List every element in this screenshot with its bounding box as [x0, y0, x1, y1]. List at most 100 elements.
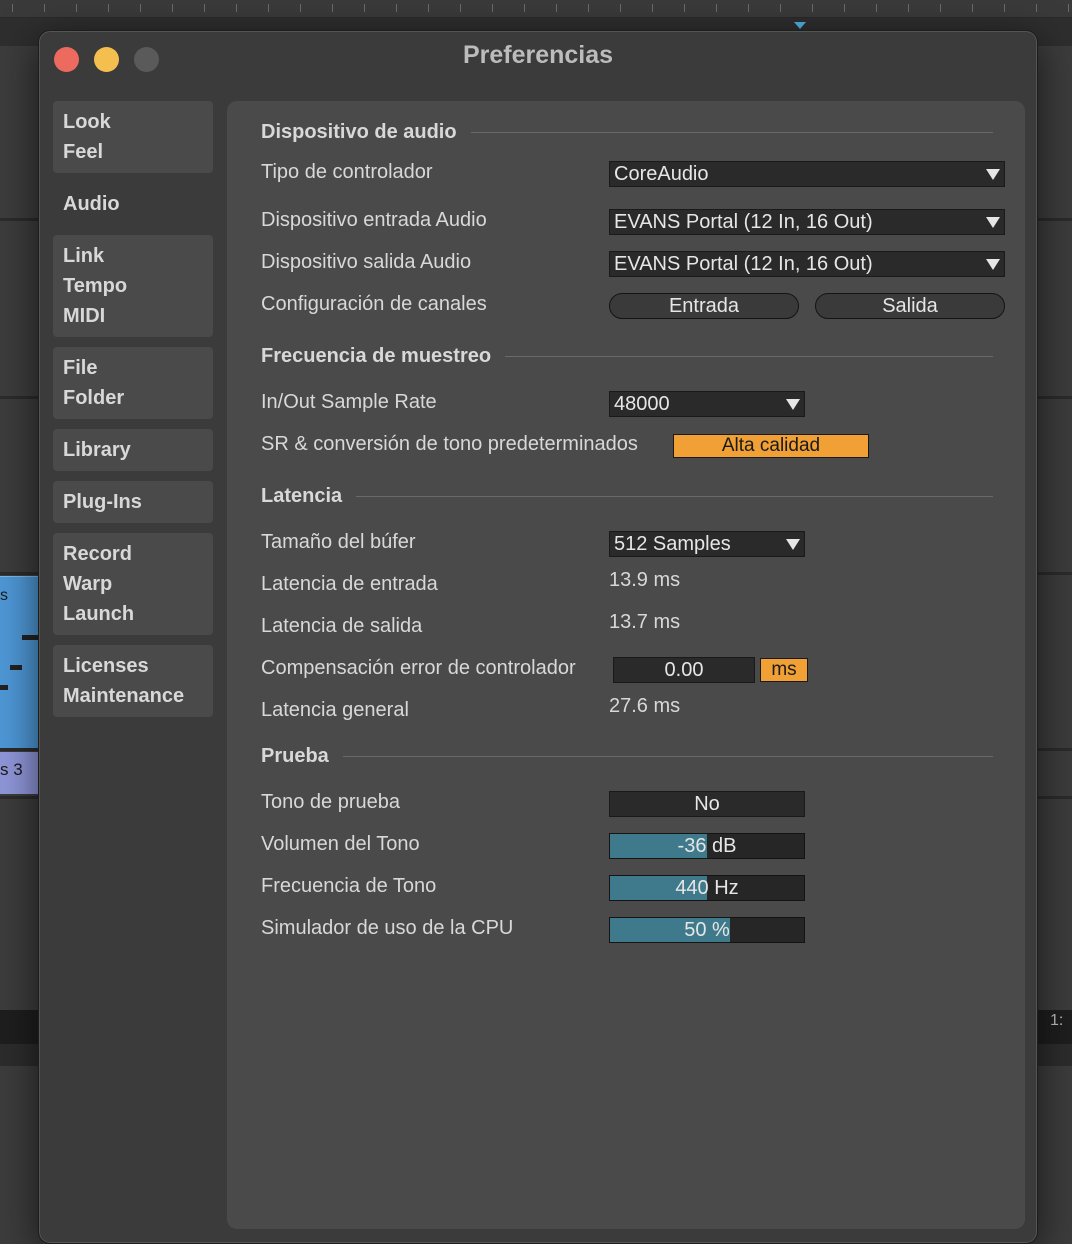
sidebar-tab-label: Maintenance [63, 685, 185, 707]
driver-error-input[interactable]: 0.00 [613, 657, 755, 683]
sidebar-tab-look[interactable]: Look Feel [53, 101, 213, 173]
input-config-button[interactable]: Entrada [609, 293, 799, 319]
input-latency-label: Latencia de entrada [261, 573, 438, 595]
conversion-quality-button[interactable]: Alta calidad [673, 434, 869, 458]
preferences-window: Preferencias Look Feel Audio Link Tempo MIDI F… [38, 30, 1038, 1244]
background-position-label: 1: [1050, 1012, 1064, 1029]
tone-frequency-slider[interactable]: 440 Hz [609, 875, 805, 901]
buffer-size-dropdown[interactable]: 512 Samples [609, 531, 805, 557]
ruler-tick [940, 4, 941, 12]
dropdown-arrow-icon [986, 169, 1000, 180]
sidebar-tab-library[interactable]: Library [53, 429, 213, 471]
section-heading: Latencia [261, 484, 343, 507]
ruler-tick [716, 4, 717, 12]
test-tone-toggle[interactable]: No [609, 791, 805, 817]
tone-volume-slider[interactable]: -36 dB [609, 833, 805, 859]
ruler-tick [396, 4, 397, 12]
ruler-tick [748, 4, 749, 12]
midi-note [0, 685, 8, 690]
ruler-tick [44, 4, 45, 12]
dropdown-value: 512 Samples [614, 533, 731, 555]
section-divider [342, 755, 993, 757]
driver-type-label: Tipo de controlador [261, 161, 433, 183]
background-midi-clip[interactable]: s [0, 576, 40, 748]
ruler-tick [108, 4, 109, 12]
ruler-tick [780, 4, 781, 12]
sidebar-tab-file[interactable]: File Folder [53, 347, 213, 419]
ruler-tick [460, 4, 461, 12]
ruler-tick [652, 4, 653, 12]
ruler-tick [684, 4, 685, 12]
sidebar-tab-label: Record [63, 543, 132, 565]
midi-note [10, 665, 22, 670]
ruler-tick [492, 4, 493, 12]
output-device-label: Dispositivo salida Audio [261, 251, 472, 273]
sidebar-tab-link[interactable]: Link Tempo MIDI [53, 235, 213, 337]
section-sample-rate: Frecuencia de muestreo [261, 341, 993, 371]
test-tone-label: Tono de prueba [261, 791, 401, 813]
ruler-tick [908, 4, 909, 12]
sidebar-tab-record[interactable]: Record Warp Launch [53, 533, 213, 635]
input-device-dropdown[interactable]: EVANS Portal (12 In, 16 Out) [609, 209, 1005, 235]
ruler-tick [524, 4, 525, 12]
sidebar-tab-label: Library [63, 439, 131, 461]
ruler-tick [1068, 4, 1069, 12]
sidebar-tab-label: Folder [63, 387, 125, 409]
overall-latency-label: Latencia general [261, 699, 409, 721]
window-title: Preferencias [462, 41, 614, 69]
sidebar-tab-label: MIDI [63, 305, 106, 327]
background-clip-label: s [0, 587, 8, 604]
driver-type-dropdown[interactable]: CoreAudio [609, 161, 1005, 187]
ruler-tick [1004, 4, 1005, 12]
ruler-tick [812, 4, 813, 12]
output-device-dropdown[interactable]: EVANS Portal (12 In, 16 Out) [609, 251, 1005, 277]
section-heading: Prueba [261, 744, 329, 767]
dropdown-arrow-icon [786, 539, 800, 550]
ruler-tick [12, 4, 13, 12]
sidebar-tab-label: Plug-Ins [63, 491, 142, 513]
background-clip-label: s 3 [0, 760, 23, 779]
sidebar-tab-licenses[interactable]: Licenses Maintenance [53, 645, 213, 717]
sidebar-tab-label: Launch [63, 603, 135, 625]
output-latency-value: 13.7 ms [609, 611, 681, 633]
title-bar[interactable]: Preferencias [39, 31, 1037, 87]
sidebar-tab-label: Tempo [63, 275, 128, 297]
ruler-tick [268, 4, 269, 12]
output-config-button[interactable]: Salida [815, 293, 1005, 319]
section-audio-device: Dispositivo de audio [261, 117, 993, 147]
ruler-tick [588, 4, 589, 12]
sidebar-tab-plug-ins[interactable]: Plug-Ins [53, 481, 213, 523]
section-latency: Latencia [261, 481, 993, 511]
input-device-label: Dispositivo entrada Audio [261, 209, 487, 231]
section-test: Prueba [261, 741, 993, 771]
background-audio-clip[interactable]: s 3 [0, 752, 40, 794]
input-latency-value: 13.9 ms [609, 569, 681, 591]
output-latency-label: Latencia de salida [261, 615, 423, 637]
ruler-tick [300, 4, 301, 12]
ruler-tick [76, 4, 77, 12]
ruler-tick [556, 4, 557, 12]
sample-rate-dropdown[interactable]: 48000 [609, 391, 805, 417]
dropdown-value: EVANS Portal (12 In, 16 Out) [614, 253, 873, 275]
ruler-tick [204, 4, 205, 12]
dropdown-value: EVANS Portal (12 In, 16 Out) [614, 211, 873, 233]
sidebar-tab-label: Look [63, 111, 111, 133]
ruler-tick [364, 4, 365, 12]
ruler-tick [876, 4, 877, 12]
tone-volume-label: Volumen del Tono [261, 833, 420, 855]
playhead-marker[interactable] [794, 22, 806, 29]
ruler-tick [428, 4, 429, 12]
slider-value: 50 % [684, 919, 730, 941]
driver-error-unit-button[interactable]: ms [760, 658, 808, 682]
dropdown-value: 48000 [614, 393, 670, 415]
sidebar-tab-label: File [63, 357, 98, 379]
cpu-simulator-slider[interactable]: 50 % [609, 917, 805, 943]
sidebar-tab-label: Link [63, 245, 105, 267]
dropdown-value: CoreAudio [614, 163, 709, 185]
ruler-tick [172, 4, 173, 12]
section-heading: Frecuencia de muestreo [261, 344, 492, 367]
conversion-quality-label: SR & conversión de tono predeterminados [261, 433, 638, 455]
midi-note [22, 635, 38, 640]
sidebar-tab-audio[interactable]: Audio [53, 183, 241, 225]
audio-preferences-panel: Dispositivo de audio Tipo de controlador… [227, 101, 1025, 1229]
